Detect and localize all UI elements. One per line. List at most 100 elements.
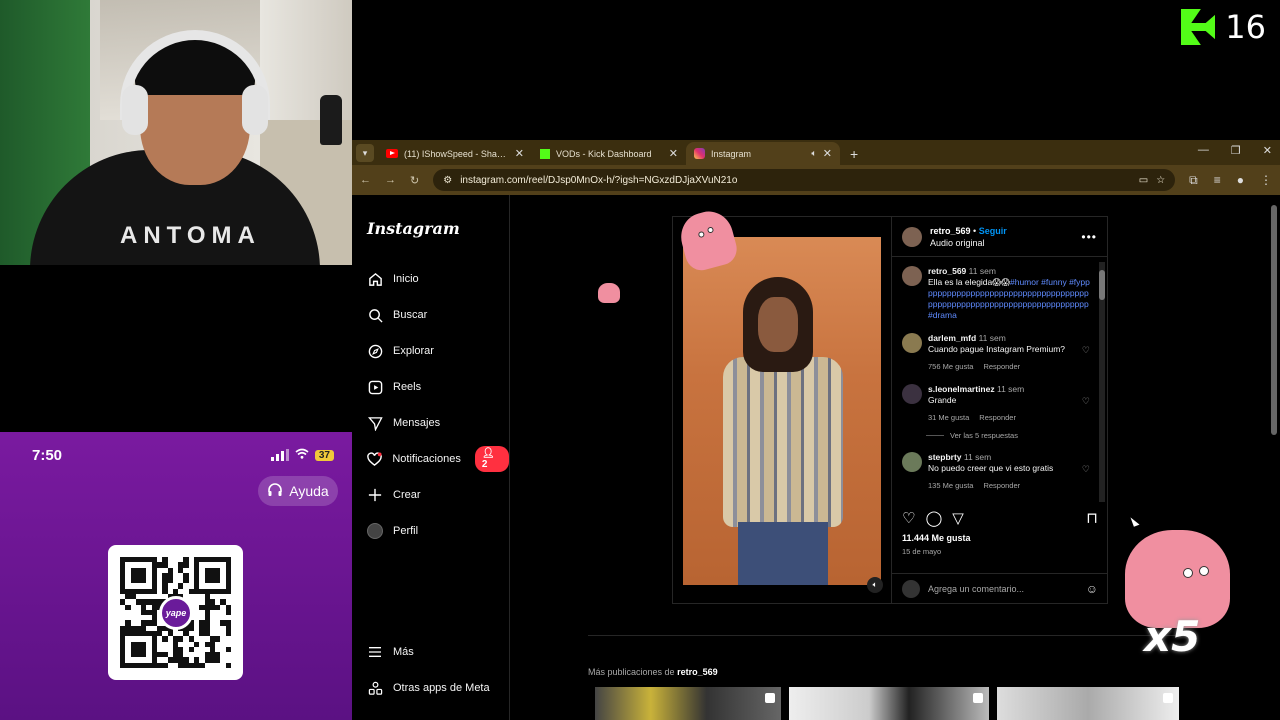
like-count[interactable]: 11.444 Me gusta (902, 533, 1098, 543)
instagram-icon (694, 148, 705, 159)
share-icon[interactable]: ▽ (952, 509, 964, 527)
bottle (320, 95, 342, 145)
nav-reels[interactable]: Reels (367, 377, 421, 397)
forward-icon[interactable]: → (385, 174, 396, 186)
commenter-avatar[interactable] (902, 384, 922, 404)
comment-likes[interactable]: 756 Me gusta (928, 361, 973, 372)
comment-username[interactable]: stepbrty (928, 452, 962, 462)
address-bar[interactable]: ⚙︎ instagram.com/reel/DJsp0MnOx-h/?igsh=… (433, 169, 1176, 191)
tab-search-button[interactable]: ▾ (356, 144, 374, 162)
tab-title: Instagram (711, 148, 752, 159)
nav-label: Mensajes (393, 417, 441, 429)
extensions-icon[interactable]: ⧉ (1189, 173, 1198, 188)
section-divider (588, 635, 1188, 636)
follow-button[interactable]: Seguir (979, 226, 1007, 236)
post-thumbnail[interactable] (997, 687, 1179, 720)
shirt-text: ANTOMA (120, 222, 261, 249)
reload-icon[interactable]: ↻ (410, 174, 419, 187)
instagram-sidebar: Instagram Inicio Buscar Explorar Reels M… (352, 195, 510, 720)
video-figure-shirt (723, 357, 843, 527)
like-comment-icon[interactable]: ♡ (1082, 345, 1090, 356)
post-thumbnail[interactable] (789, 687, 989, 720)
notification-badge: 👤︎ 2 (474, 446, 509, 472)
close-tab-icon[interactable]: ✕ (669, 147, 678, 160)
comment-username[interactable]: retro_569 (928, 266, 966, 276)
nav-create[interactable]: Crear (367, 485, 421, 505)
profile-icon[interactable]: ● (1237, 173, 1244, 188)
reply-button[interactable]: Responder (983, 480, 1020, 491)
heart-icon (367, 451, 382, 467)
browser-menu-icon[interactable]: ⋮ (1260, 173, 1272, 188)
reel-video[interactable] (683, 237, 881, 585)
comments-scrollbar[interactable] (1099, 262, 1105, 502)
reply-button[interactable]: Responder (979, 412, 1016, 423)
close-window-icon[interactable]: ✕ (1263, 144, 1272, 157)
comment-composer: Agrega un comentario... ☺ (892, 573, 1108, 603)
scrollbar-thumb[interactable] (1099, 270, 1105, 300)
nav-search[interactable]: Buscar (367, 305, 427, 325)
avatar (367, 523, 383, 539)
media-control-icon[interactable]: ≡ (1214, 173, 1221, 188)
youtube-icon (386, 149, 398, 158)
emoji-icon[interactable]: ☺ (1086, 582, 1098, 596)
post-details: retro_569 • Seguir Audio original ••• re… (891, 217, 1108, 603)
comment-time: 11 sem (963, 452, 992, 462)
back-icon[interactable]: ← (360, 174, 371, 186)
nav-notifications[interactable]: Notificaciones 👤︎ 2 (367, 446, 509, 472)
new-tab-button[interactable]: + (850, 146, 858, 162)
bookmark-star-icon[interactable]: ☆ (1156, 175, 1165, 186)
nav-explore[interactable]: Explorar (367, 341, 434, 361)
close-tab-icon[interactable]: ✕ (823, 147, 832, 160)
instagram-page: Instagram Inicio Buscar Explorar Reels M… (352, 195, 1280, 720)
webcam-feed: ANTOMA (0, 0, 352, 265)
speaker-icon[interactable]: 🔈︎ (811, 148, 816, 159)
scrollbar-thumb[interactable] (1271, 205, 1277, 435)
audio-label[interactable]: Audio original (930, 237, 1073, 249)
more-options-icon[interactable]: ••• (1081, 230, 1097, 244)
author-avatar[interactable] (902, 226, 922, 247)
volume-icon[interactable]: 🔈︎ (867, 577, 883, 593)
nav-meta-apps[interactable]: Otras apps de Meta (367, 678, 490, 698)
more-posts-grid (595, 687, 1179, 720)
author-username[interactable]: retro_569 (930, 226, 971, 236)
post-thumbnail[interactable] (595, 687, 781, 720)
screen: ANTOMA 7:50 37 Ayuda yape 16 ▾ (11) ISho… (0, 0, 1280, 720)
comment-username[interactable]: darlem_mfd (928, 333, 976, 343)
tab-instagram[interactable]: Instagram 🔈︎ ✕ (686, 142, 840, 165)
restore-icon[interactable]: ❐ (1231, 144, 1241, 157)
instagram-logo[interactable]: Instagram (367, 219, 460, 238)
comment-input[interactable]: Agrega un comentario... (928, 584, 1024, 594)
like-icon[interactable]: ♡ (902, 509, 915, 527)
site-info-icon[interactable]: ⚙︎ (443, 175, 452, 186)
caption-text: Ella es la elegida😱😱 (928, 277, 1010, 287)
nav-more[interactable]: Más (367, 642, 414, 662)
nav-home[interactable]: Inicio (367, 269, 419, 289)
minimize-icon[interactable]: — (1198, 144, 1209, 157)
headphone-left (122, 85, 148, 135)
tab-youtube[interactable]: (11) IShowSpeed - Shake (Offic ✕ (378, 142, 532, 165)
comment-likes[interactable]: 135 Me gusta (928, 480, 973, 491)
commenter-avatar[interactable] (902, 452, 922, 472)
like-comment-icon[interactable]: ♡ (1082, 464, 1090, 475)
page-scrollbar[interactable] (1270, 195, 1278, 720)
qr-code-card: yape (108, 545, 243, 680)
install-app-icon[interactable]: ▭ (1139, 175, 1148, 186)
author-avatar[interactable] (902, 266, 922, 286)
bookmark-icon[interactable]: ⊓ (1086, 509, 1098, 527)
comment: darlem_mfd 11 sem Cuando pague Instagram… (902, 333, 1090, 372)
comment-likes[interactable]: 31 Me gusta (928, 412, 969, 423)
like-comment-icon[interactable]: ♡ (1082, 396, 1090, 407)
help-button[interactable]: Ayuda (258, 476, 338, 506)
comment-icon[interactable]: ◯ (925, 509, 942, 527)
post-header: retro_569 • Seguir Audio original ••• (892, 217, 1107, 257)
tab-kick[interactable]: VODs - Kick Dashboard ✕ (532, 142, 686, 165)
nav-messages[interactable]: Mensajes (367, 413, 440, 433)
commenter-avatar[interactable] (902, 333, 922, 353)
more-posts-username[interactable]: retro_569 (677, 667, 718, 677)
reply-button[interactable]: Responder (983, 361, 1020, 372)
comment-username[interactable]: s.leonelmartinez (928, 384, 995, 394)
view-replies-button[interactable]: Ver las 5 respuestas (926, 431, 1090, 440)
close-tab-icon[interactable]: ✕ (515, 147, 524, 160)
comment: stepbrty 11 sem No puedo creer que vi es… (902, 452, 1090, 491)
nav-profile[interactable]: Perfil (367, 521, 418, 541)
